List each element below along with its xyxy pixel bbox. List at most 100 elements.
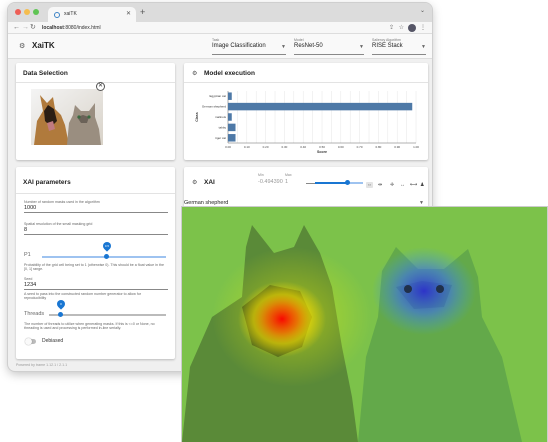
category-label: German shepherd [202,105,227,109]
class-select-value: German shepherd [184,200,229,206]
pan-icon[interactable]: ⟷ [410,182,417,188]
close-tab-icon[interactable]: ✕ [126,7,131,22]
x-tick-label: 0.40 [300,145,306,149]
url-rest: :8080/index.html [63,25,101,31]
saliency-select-value: RISE Stack [372,43,403,49]
address-bar: ← → ↻ localhost:8080/index.html ⇪ ☆ ⋮ [8,22,432,34]
seed-input[interactable]: 1234 [24,282,36,288]
close-icon[interactable]: ✕ [96,82,105,91]
chevron-down-icon: ▼ [359,44,364,50]
x-tick-label: 0.00 [225,145,231,149]
new-tab-icon[interactable]: + [140,7,145,18]
x-tick-label: 0.80 [375,145,381,149]
p1-value: 0.5 [104,244,109,248]
p1-label: P1 [24,252,31,258]
masks-input[interactable]: 1000 [24,205,36,211]
max-value[interactable]: 1 [285,179,288,185]
threads-help: The number of threads to utilize when ge… [24,322,155,331]
tab-list-icon[interactable]: ⌄ [420,7,425,14]
close-window-icon[interactable] [15,9,21,15]
minimize-window-icon[interactable] [24,9,30,15]
threads-slider-thumb[interactable] [58,312,63,317]
score-bar-chart: 0.00 0.10 0.20 0.30 0.40 0.50 0.60 0.70 0.80 0.90… [195,91,419,154]
zoom-icon[interactable]: ⇹ [378,182,382,188]
divider [16,82,175,83]
move-icon[interactable]: ✛ [390,182,394,188]
xai-icon: ⚙ [192,180,198,186]
debiased-toggle[interactable] [25,337,36,345]
debiased-label: Debiased [42,338,64,344]
chevron-down-icon: ▼ [281,44,286,50]
x-tick-label: 0.10 [244,145,250,149]
y-axis-label: Class [195,112,199,122]
model-execution-title: Model execution [204,70,255,77]
data-selection-card: Data Selection ✕ [16,63,175,160]
reload-icon[interactable]: ↻ [30,23,36,33]
p1-slider-thumb[interactable] [104,254,109,259]
toggle-knob [25,337,32,345]
opacity-slider-fill [315,182,348,184]
threads-value-bubble: 0 [54,298,67,310]
task-select-value: Image Classification [212,43,266,49]
threads-value: 0 [59,302,62,306]
more-icon[interactable]: ⋮ [420,23,426,33]
browser-tab[interactable]: xaiTK ✕ [48,7,136,22]
forward-icon[interactable]: → [22,23,29,33]
x-axis-label: Score [317,150,327,154]
model-execution-card: Model execution ⚙ 0.00 0.10 0.20 0.30 0.40 0.… [184,63,428,160]
x-tick-label: 0.50 [319,145,325,149]
maximize-window-icon[interactable] [33,9,39,15]
bar [228,102,413,111]
saliency-select[interactable]: Saliency Algorithm RISE Stack ▼ [372,38,426,55]
min-value[interactable]: -0.494390 [258,179,283,185]
seed-label: Seed [24,277,33,281]
app-header: ⚙ XaiTK Task Image Classification ▼ Mode… [8,34,432,59]
x-tick-label: 0.60 [338,145,344,149]
footer-text: Powered by trame 1.12.1 / 2.1.1 [16,363,68,367]
saliency-heatmap-image[interactable] [182,207,547,442]
x-tick-label: 0.30 [281,145,287,149]
favicon-icon [54,12,60,18]
back-icon[interactable]: ← [13,23,20,33]
model-select-label: Model [294,38,304,42]
seed-help: A seed to pass into the constructed rand… [24,292,142,301]
url-field[interactable]: localhost:8080/index.html [42,23,101,33]
arrows-icon[interactable]: ↔ [400,182,405,188]
threads-label: Threads [24,311,45,317]
model-select[interactable]: Model ResNet-50 ▼ [294,38,364,55]
bar [228,123,236,132]
profile-avatar[interactable] [408,24,416,32]
input-image[interactable] [31,89,103,145]
model-select-value: ResNet-50 [294,43,323,49]
data-selection-title: Data Selection [23,70,68,77]
category-label: tiger cat [215,136,226,140]
threads-slider[interactable] [49,314,166,316]
chevron-down-icon: ▼ [421,44,426,50]
bar [228,113,232,121]
share-icon[interactable]: ⇪ [389,23,394,33]
tab-title: xaiTK [64,11,77,17]
category-label: tabby [219,125,227,129]
category-label: malinois [215,115,227,119]
grid-input[interactable]: 8 [24,227,27,233]
max-label: Max [285,173,292,177]
x-tick-label: 0.90 [394,145,400,149]
xai-parameters-title: XAI parameters [23,179,71,186]
star-icon[interactable]: ☆ [399,23,404,33]
person-icon[interactable]: ♟ [420,182,424,188]
divider [16,193,175,194]
browser-tab-bar: xaiTK ✕ + ⌄ [8,3,432,22]
x-tick-label: 0.20 [263,145,269,149]
grid-underline [24,234,168,235]
chevron-down-icon: ▼ [419,200,424,206]
saliency-select-label: Saliency Algorithm [372,38,401,42]
masks-label: Number of random masks used in the algor… [24,200,100,204]
task-select[interactable]: Task Image Classification ▼ [212,38,286,55]
model-icon: ⚙ [192,71,198,77]
opacity-slider-thumb[interactable] [345,180,351,185]
app-title: XaiTK [32,41,55,50]
fit-icon[interactable]: ⇔ [366,182,373,188]
seed-underline [24,289,168,290]
p1-value-bubble: 0.5 [100,240,113,252]
category-label: Egyptian cat [209,94,226,98]
